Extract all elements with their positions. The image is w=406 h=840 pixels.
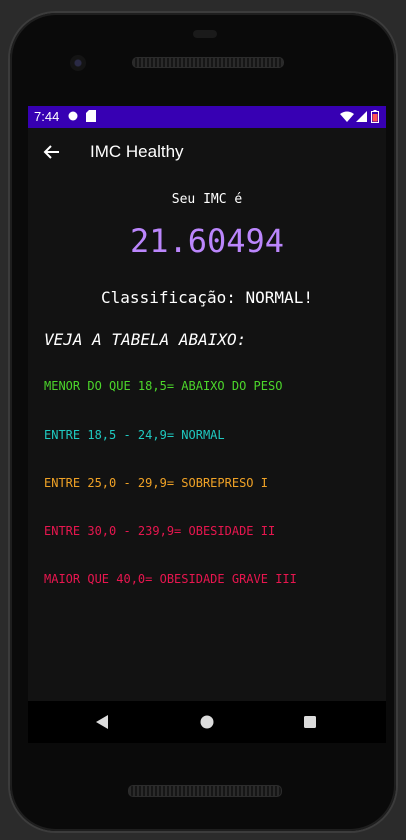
home-circle-icon[interactable] <box>199 714 215 734</box>
table-row: ENTRE 30,0 - 239,9= OBESIDADE II <box>44 524 276 538</box>
table-row: MAIOR QUE 40,0= OBESIDADE GRAVE III <box>44 572 297 586</box>
table-row: MENOR DO QUE 18,5= ABAIXO DO PESO <box>44 379 283 393</box>
wifi-icon <box>340 111 354 126</box>
device-screen: 7:44 IMC Healthy Seu IMC é 21.60494 Clas… <box>28 106 386 701</box>
arrow-back-icon[interactable] <box>42 142 62 162</box>
back-triangle-icon[interactable] <box>95 714 109 734</box>
status-bar: 7:44 <box>28 106 386 128</box>
front-camera <box>70 55 86 71</box>
imc-value: 21.60494 <box>129 222 285 260</box>
imc-label: Seu IMC é <box>171 192 243 207</box>
recents-square-icon[interactable] <box>303 714 317 733</box>
app-bar: IMC Healthy <box>28 128 386 178</box>
phone-top-slot <box>193 30 217 38</box>
app-title: IMC Healthy <box>90 142 184 161</box>
table-heading: VEJA A TABELA ABAIXO: <box>44 330 247 349</box>
bottom-speaker <box>128 785 282 797</box>
table-row: ENTRE 18,5 - 24,9= NORMAL <box>44 428 225 442</box>
table-row: ENTRE 25,0 - 29,9= SOBREPRESO I <box>44 476 268 490</box>
battery-icon <box>371 110 379 127</box>
signal-icon <box>356 111 367 126</box>
status-time: 7:44 <box>34 109 60 124</box>
sd-card-icon <box>86 110 96 126</box>
top-speaker <box>132 57 284 68</box>
navigation-bar <box>28 701 386 743</box>
sim-icon <box>68 110 78 126</box>
classification-text: Classificação: NORMAL! <box>101 288 313 307</box>
